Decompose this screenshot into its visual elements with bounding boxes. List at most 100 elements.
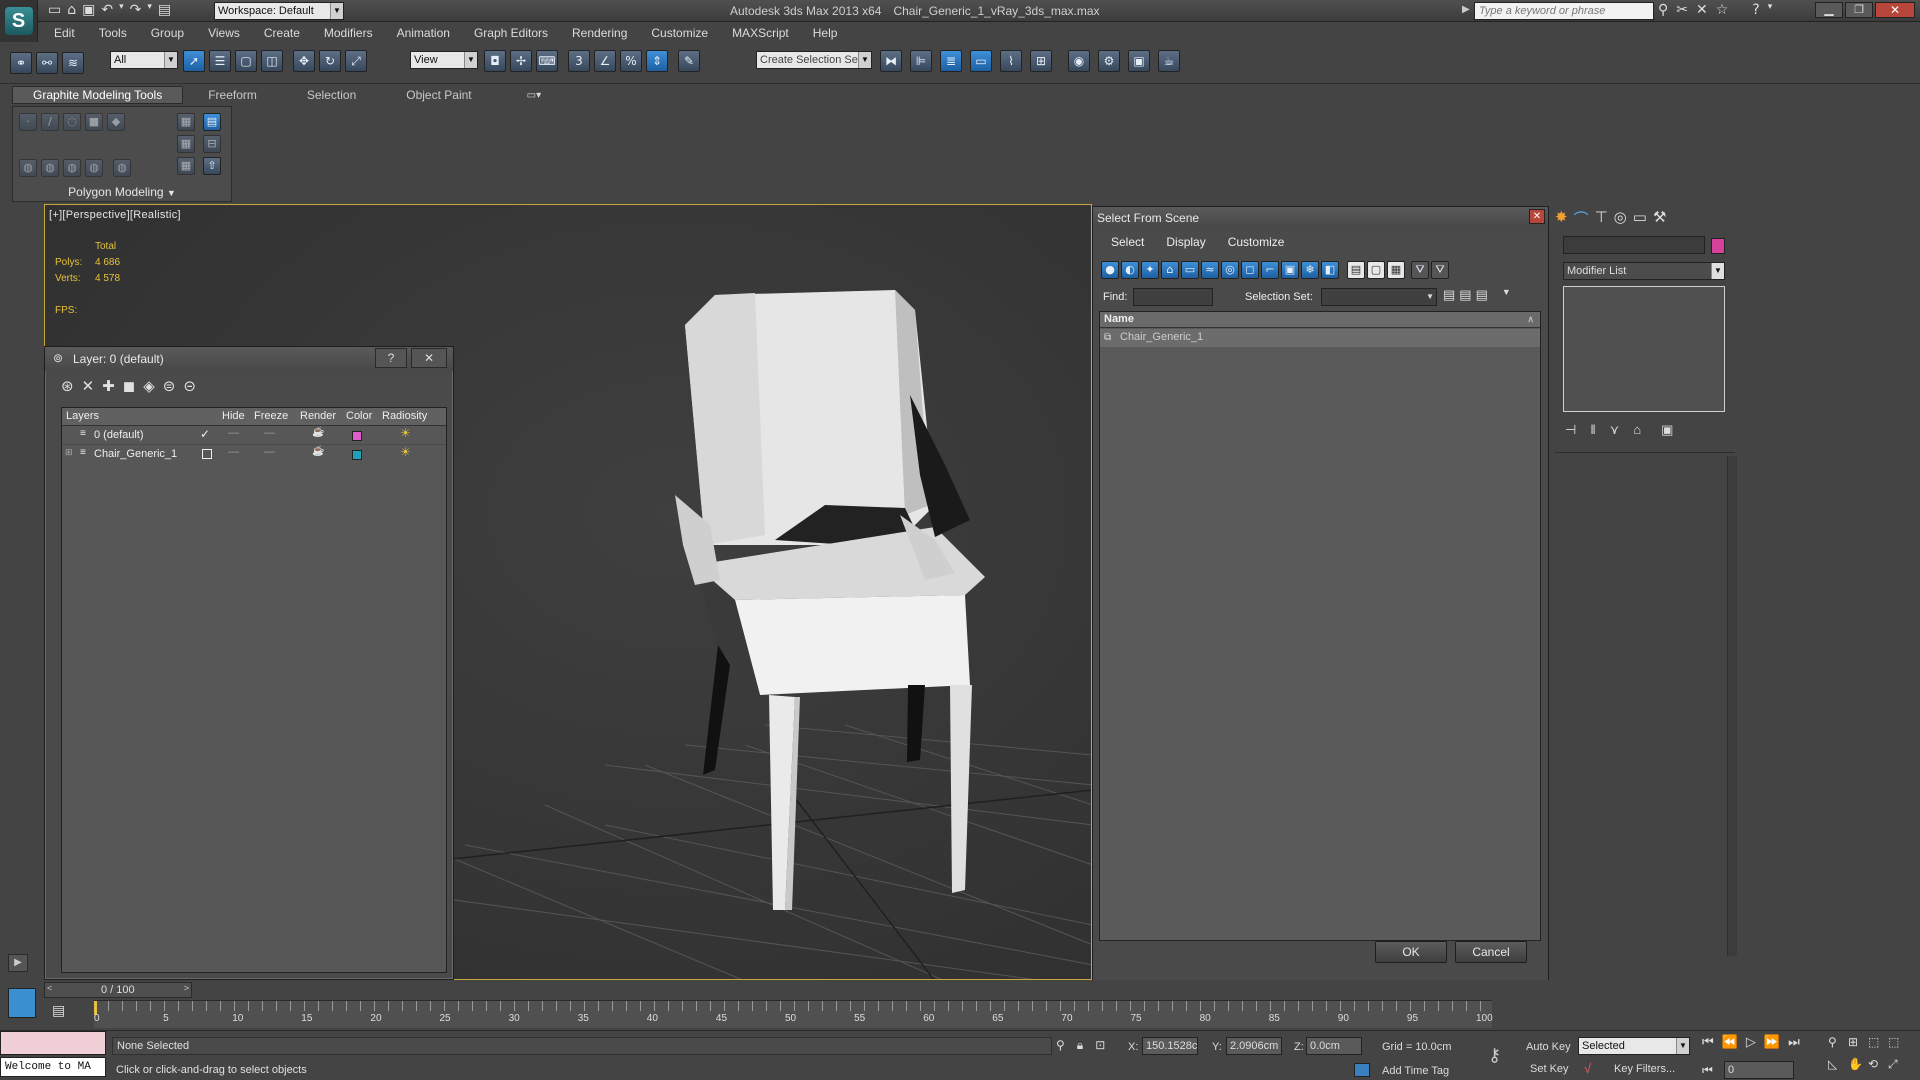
render-setup-icon[interactable]: ⚙ (1098, 50, 1120, 72)
angle-snap-icon[interactable]: ∠ (594, 50, 616, 72)
layer-name[interactable]: 0 (default) (94, 429, 144, 441)
y-coordinate-field[interactable]: 2.0906cm (1226, 1037, 1282, 1055)
layer-row[interactable]: ⊞ ≡ Chair_Generic_1 — — ☕ ☀ (62, 445, 446, 464)
freeze-unfreeze-all-icon[interactable]: ⊝ (183, 377, 196, 395)
rect-selection-icon[interactable]: ▢ (235, 50, 257, 72)
filter-options-icon[interactable]: ⛛ (1431, 261, 1449, 279)
freeze-toggle[interactable]: — (264, 446, 275, 458)
pan-icon[interactable]: ✋ (1848, 1057, 1868, 1072)
ribbon-options-icon[interactable]: ▭▾ (497, 90, 541, 101)
workspace-dropdown[interactable]: Workspace: Default ▼ (214, 2, 344, 20)
create-selset-icon[interactable]: ▤ (1443, 287, 1455, 303)
undo-dropdown-icon[interactable]: ▾ (119, 2, 124, 18)
percent-snap-icon[interactable]: % (620, 50, 642, 72)
pin-stack-icon[interactable]: ⊣ (1565, 422, 1576, 438)
make-unique-icon[interactable]: ⋎ (1610, 422, 1620, 438)
curve-editor-icon[interactable]: ⌇ (1000, 50, 1022, 72)
select-menu-customize[interactable]: Customize (1228, 235, 1285, 249)
absolute-mode-icon[interactable]: ⊡ (1095, 1038, 1105, 1053)
close-icon[interactable]: ✕ (1529, 209, 1545, 224)
key-mode-toggle-icon[interactable]: ⏮ (1702, 1063, 1713, 1078)
freeze-toggle[interactable]: — (264, 427, 275, 439)
zoom-all-icon[interactable]: ⊞ (1848, 1035, 1868, 1049)
minimize-icon[interactable]: ▁ (1815, 2, 1843, 18)
menu-tools[interactable]: Tools (87, 26, 139, 40)
filter-shapes-icon[interactable]: ◐ (1121, 261, 1139, 279)
menu-edit[interactable]: Edit (40, 26, 87, 40)
help-button[interactable]: ? (375, 348, 407, 368)
new-file-icon[interactable]: ▭ (48, 2, 61, 18)
undo-icon[interactable]: ↶ (101, 2, 113, 18)
unlink-icon[interactable]: ⚯ (36, 52, 58, 74)
close-icon[interactable]: ✕ (1875, 2, 1915, 18)
select-dialog-titlebar[interactable]: Select From Scene ✕ (1093, 207, 1548, 227)
filter-helpers-icon[interactable]: ▭ (1181, 261, 1199, 279)
preserve-uvs-icon[interactable]: ▦ (177, 135, 195, 153)
filter-hidden-icon[interactable]: ◧ (1321, 261, 1339, 279)
spinner-snap-icon[interactable]: ⇕ (646, 50, 668, 72)
time-slider-prev-icon[interactable]: < (47, 983, 52, 993)
modify-mode-icon[interactable]: ▦ (177, 113, 195, 131)
quick-slice-icon[interactable]: ⊟ (203, 135, 221, 153)
create-tab-icon[interactable]: ✸ (1555, 208, 1568, 229)
search-input[interactable]: Type a keyword or phrase (1474, 2, 1654, 20)
orbit-icon[interactable]: ⟲ (1868, 1057, 1888, 1072)
track-bar[interactable]: 0 5 10 15 20 25 30 35 40 45 50 55 60 65 70 75 80 85 90 95 10… (94, 1000, 1493, 1028)
selection-set-dropdown[interactable]: ▼ (1321, 288, 1437, 306)
border-icon[interactable]: ◌ (63, 113, 81, 131)
display-all-icon[interactable]: ▤ (1347, 261, 1365, 279)
x-coordinate-field[interactable]: 150.1528c (1142, 1037, 1198, 1055)
time-slider-next-icon[interactable]: > (184, 983, 189, 993)
layer-color-swatch[interactable] (352, 431, 362, 441)
tab-selection[interactable]: Selection (282, 88, 381, 102)
mini-curve-editor-icon[interactable] (8, 988, 36, 1018)
remove-from-selset-icon[interactable]: ▤ (1476, 287, 1488, 303)
select-menu-select[interactable]: Select (1111, 235, 1144, 249)
schematic-view-icon[interactable]: ⊞ (1030, 50, 1052, 72)
expand-icon[interactable]: ⊞ (65, 447, 73, 458)
reference-coordinate-dropdown[interactable]: View ▼ (410, 51, 478, 69)
layer-color-swatch[interactable] (352, 450, 362, 460)
filter-frozen-icon[interactable]: ❄ (1301, 261, 1319, 279)
cancel-button[interactable]: Cancel (1455, 941, 1527, 963)
utilities-tab-icon[interactable]: ⚒ (1653, 208, 1666, 229)
column-render[interactable]: Render (300, 410, 336, 422)
command-panel-scroll[interactable] (1727, 456, 1737, 956)
add-time-tag[interactable]: Add Time Tag (1382, 1065, 1449, 1077)
polygon-icon[interactable]: ■ (85, 113, 103, 131)
layer-row[interactable]: ≡ 0 (default) ✓ — — ☕ ☀ (62, 426, 446, 445)
isolate-icon[interactable]: ⚲ (1056, 1038, 1065, 1053)
filter-containers-icon[interactable]: ▣ (1281, 261, 1299, 279)
project-folder-icon[interactable]: ▤ (158, 2, 171, 18)
name-column-header[interactable]: Name ∧ (1100, 312, 1540, 328)
app-logo[interactable]: S (0, 0, 38, 42)
object-color-swatch[interactable] (1711, 238, 1725, 254)
edit-named-selection-icon[interactable]: ✎ (678, 50, 700, 72)
track-bar-icon[interactable]: ▤ (52, 1002, 65, 1019)
repeat-last-icon[interactable]: ▦ (177, 157, 195, 175)
current-frame-field[interactable]: 0 (1724, 1061, 1794, 1079)
polygon-modeling-label[interactable]: Polygon Modeling ▼ (13, 185, 231, 201)
open-file-icon[interactable]: ⌂ (67, 2, 76, 18)
select-scale-icon[interactable]: ⤢ (345, 50, 367, 72)
named-selection-dropdown[interactable]: Create Selection Se ▼ (756, 51, 872, 69)
display-tab-icon[interactable]: ▭ (1633, 208, 1647, 229)
key-filters-button[interactable]: Key Filters... (1614, 1063, 1675, 1075)
hide-unhide-all-icon[interactable]: ⊜ (163, 377, 176, 395)
show-end-result-icon[interactable]: ‖ (1590, 422, 1595, 438)
previous-frame-icon[interactable]: ⏪ (1722, 1035, 1738, 1050)
select-rotate-icon[interactable]: ↻ (319, 50, 341, 72)
select-move-icon[interactable]: ✥ (293, 50, 315, 72)
column-freeze[interactable]: Freeze (254, 410, 288, 422)
select-and-link-icon[interactable]: ⚭ (10, 52, 32, 74)
bind-space-warp-icon[interactable]: ≋ (62, 52, 84, 74)
delete-layer-icon[interactable]: ✕ (82, 377, 95, 395)
rendered-frame-icon[interactable]: ▣ (1128, 50, 1150, 72)
select-by-icon[interactable]: ◍ (113, 159, 131, 177)
create-layer-icon[interactable]: ⊛ (61, 377, 74, 395)
viewport-expand-icon[interactable]: ▶ (8, 954, 28, 972)
vertex-icon[interactable]: · (19, 113, 37, 131)
radiosity-icon[interactable]: ☀ (400, 445, 411, 459)
select-object-icon[interactable]: ➚ (183, 50, 205, 72)
communication-icon[interactable]: ✕ (1696, 2, 1708, 18)
